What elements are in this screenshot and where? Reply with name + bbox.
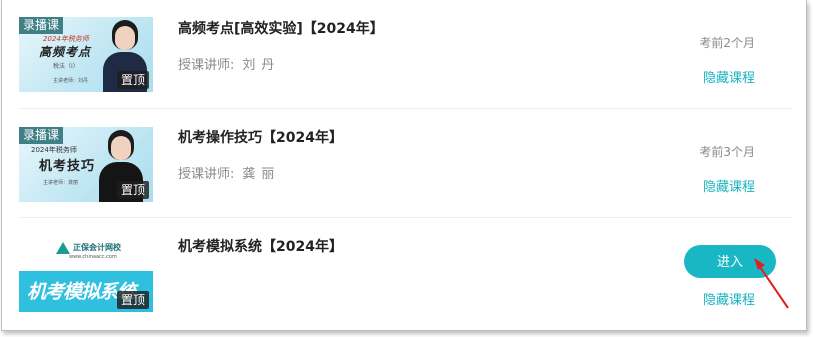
course-thumbnail[interactable]: 录播课 2024年税务师 高频考点 税法（I） 主讲老师：刘丹 置顶 <box>19 17 153 92</box>
teacher-name: 刘丹 <box>242 58 281 73</box>
course-thumbnail[interactable]: 正保会计网校 www.chinaacc.com 机考模拟系统 置顶 <box>19 237 153 312</box>
course-item: 正保会计网校 www.chinaacc.com 机考模拟系统 置顶 机考模拟系统… <box>2 218 808 328</box>
annotation-arrow-icon <box>754 258 789 309</box>
pinned-badge: 置顶 <box>116 291 149 309</box>
thumb-url: www.chinaacc.com <box>69 254 117 260</box>
recorded-tag: 录播课 <box>19 127 64 144</box>
hide-course-link[interactable]: 隐藏课程 <box>703 67 755 86</box>
brand-logo-icon <box>56 242 70 254</box>
pinned-badge: 置顶 <box>116 181 149 199</box>
pinned-badge: 置顶 <box>116 71 149 89</box>
thumb-teacher: 主讲老师：刘丹 <box>53 78 89 84</box>
course-thumbnail[interactable]: 录播课 2024年税务师 机考技巧 主讲老师：龚丽 置顶 <box>19 127 153 202</box>
course-title[interactable]: 机考操作技巧【2024年】 <box>178 127 343 147</box>
thumb-subject: 税法（I） <box>53 63 79 70</box>
hide-course-link[interactable]: 隐藏课程 <box>703 176 755 195</box>
teacher-label: 授课讲师: <box>178 167 235 182</box>
thumb-brand: 正保会计网校 <box>73 243 121 252</box>
teacher-name: 龚丽 <box>242 167 281 182</box>
thumb-heading: 高频考点 <box>39 45 92 59</box>
course-teacher: 授课讲师: 刘丹 <box>178 54 280 73</box>
course-teacher: 授课讲师: 龚丽 <box>178 163 280 182</box>
recorded-tag: 录播课 <box>19 17 64 34</box>
exam-countdown: 考前2个月 <box>699 36 755 50</box>
thumb-heading: 机考技巧 <box>39 159 96 174</box>
course-item: 录播课 2024年税务师 机考技巧 主讲老师：龚丽 置顶 机考操作技巧【2024… <box>2 109 808 218</box>
teacher-label: 授课讲师: <box>178 58 235 73</box>
exam-countdown: 考前3个月 <box>699 145 755 159</box>
thumb-teacher: 主讲老师：龚丽 <box>43 180 79 186</box>
course-list-panel: 录播课 2024年税务师 高频考点 税法（I） 主讲老师：刘丹 置顶 高频考点[… <box>1 0 807 331</box>
course-title[interactable]: 机考模拟系统【2024年】 <box>178 236 343 256</box>
course-title[interactable]: 高频考点[高效实验]【2024年】 <box>178 18 384 38</box>
course-item: 录播课 2024年税务师 高频考点 税法（I） 主讲老师：刘丹 置顶 高频考点[… <box>2 0 808 109</box>
thumb-subtitle: 2024年税务师 <box>31 146 77 154</box>
